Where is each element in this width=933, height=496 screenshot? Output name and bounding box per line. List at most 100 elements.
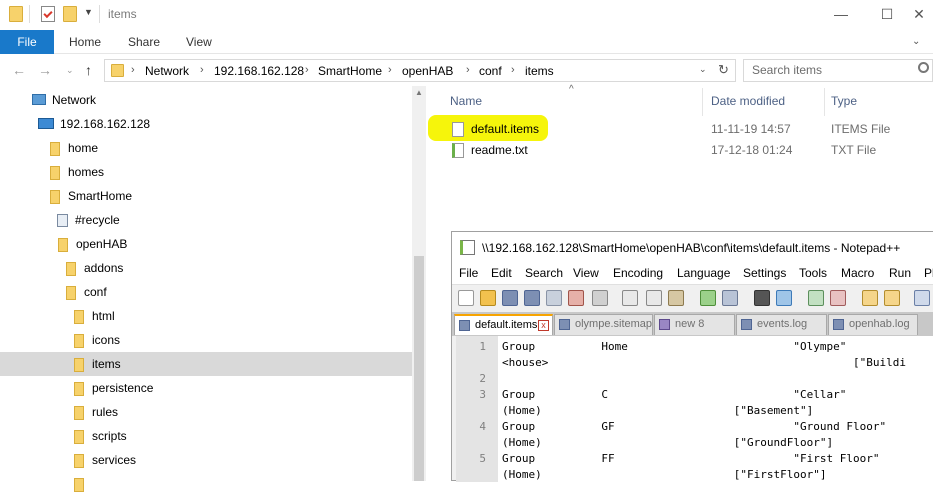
word-wrap-icon[interactable] [914, 290, 930, 306]
menu-run[interactable]: Run [889, 266, 911, 280]
search-input[interactable]: Search items [743, 59, 933, 82]
nav-item-partial[interactable] [0, 472, 412, 496]
paste-icon[interactable] [668, 290, 684, 306]
nav-item-smarthome[interactable]: SmartHome [0, 184, 412, 208]
menu-file[interactable]: File [459, 266, 478, 280]
menu-language[interactable]: Language [677, 266, 730, 280]
customize-quick-access-icon[interactable]: ▼ [84, 7, 93, 17]
sync-vertical-icon[interactable] [862, 290, 878, 306]
saved-file-icon [833, 319, 844, 330]
nav-item-icons[interactable]: icons [0, 328, 412, 352]
tab-share[interactable]: Share [128, 30, 160, 54]
nav-scrollbar-thumb[interactable] [414, 256, 424, 481]
address-bar[interactable]: › Network › 192.168.162.128 › SmartHome … [104, 59, 736, 82]
folder-icon [74, 478, 84, 492]
tab-olympe-sitemaps[interactable]: olympe.sitemaps [554, 314, 653, 335]
nav-item-rules[interactable]: rules [0, 400, 412, 424]
recent-locations-icon[interactable]: ⌄ [66, 65, 74, 76]
menu-view[interactable]: View [573, 266, 599, 280]
tab-home[interactable]: Home [69, 30, 101, 54]
breadcrumb-smarthome[interactable]: SmartHome [318, 64, 382, 78]
maximize-button[interactable]: ☐ [864, 0, 910, 30]
menu-search[interactable]: Search [525, 266, 563, 280]
new-file-icon[interactable] [458, 290, 474, 306]
menu-macro[interactable]: Macro [841, 266, 874, 280]
folder-icon [74, 310, 84, 324]
line-number: 3 [479, 388, 486, 401]
minimize-button[interactable]: — [818, 0, 864, 30]
tab-file[interactable]: File [0, 30, 54, 54]
table-row[interactable]: default.items 11-11-19 14:57 ITEMS File [426, 119, 933, 141]
save-icon[interactable] [502, 290, 518, 306]
tab-openhab-log[interactable]: openhab.log [828, 314, 918, 335]
close-all-icon[interactable] [568, 290, 584, 306]
zoom-out-icon[interactable] [830, 290, 846, 306]
nav-item-scripts[interactable]: scripts [0, 424, 412, 448]
tab-events-log[interactable]: events.log [736, 314, 827, 335]
replace-icon[interactable] [776, 290, 792, 306]
nav-item-host[interactable]: 192.168.162.128 [0, 112, 412, 136]
redo-icon[interactable] [722, 290, 738, 306]
tab-default-items[interactable]: default.items x [454, 314, 553, 335]
folder-icon [74, 454, 84, 468]
nav-item-home[interactable]: home [0, 136, 412, 160]
nav-item-homes[interactable]: homes [0, 160, 412, 184]
code-line: Group FF "First Floor" [502, 452, 880, 465]
nav-item-persistence[interactable]: persistence [0, 376, 412, 400]
close-file-icon[interactable] [546, 290, 562, 306]
column-separator[interactable] [824, 88, 825, 116]
breadcrumb-network[interactable]: Network [145, 64, 189, 78]
back-button[interactable]: ← [12, 62, 26, 78]
menu-plugins[interactable]: Pl [924, 266, 933, 280]
undo-icon[interactable] [700, 290, 716, 306]
find-icon[interactable] [754, 290, 770, 306]
chevron-down-icon[interactable]: ⌄ [699, 64, 707, 75]
close-tab-icon[interactable]: x [538, 320, 549, 331]
nav-item-network[interactable]: Network [0, 88, 412, 112]
code-editor[interactable]: 1 Group Home "Olympe" <house> ["Buildi 2… [456, 336, 933, 482]
menu-tools[interactable]: Tools [799, 266, 827, 280]
ribbon-tabs: File Home Share View ⌄ [0, 30, 933, 54]
zoom-in-icon[interactable] [808, 290, 824, 306]
copy-icon[interactable] [646, 290, 662, 306]
open-file-icon[interactable] [480, 290, 496, 306]
tab-view[interactable]: View [186, 30, 212, 54]
nav-item-conf[interactable]: conf [0, 280, 412, 304]
expand-ribbon-icon[interactable]: ⌄ [912, 36, 920, 47]
new-folder-icon[interactable] [63, 6, 77, 22]
breadcrumb-conf[interactable]: conf [479, 64, 502, 78]
menu-settings[interactable]: Settings [743, 266, 786, 280]
nav-item-addons[interactable]: addons [0, 256, 412, 280]
column-header-name[interactable]: Name [450, 94, 482, 108]
code-line: (Home) ["Basement"] [502, 404, 814, 417]
nav-item-items[interactable]: items [0, 352, 412, 376]
column-header-type[interactable]: Type [831, 94, 857, 108]
close-button[interactable]: ✕ [905, 0, 933, 30]
column-header-date[interactable]: Date modified [711, 94, 785, 108]
nav-item-openhab[interactable]: openHAB [0, 232, 412, 256]
table-row[interactable]: readme.txt 17-12-18 01:24 TXT File [426, 140, 933, 162]
up-button[interactable]: ↑ [85, 62, 92, 78]
cut-icon[interactable] [622, 290, 638, 306]
scroll-up-icon[interactable]: ▲ [415, 88, 423, 97]
breadcrumb-host[interactable]: 192.168.162.128 [214, 64, 304, 78]
nav-item-recycle[interactable]: #recycle [0, 208, 412, 232]
print-icon[interactable] [592, 290, 608, 306]
menu-edit[interactable]: Edit [491, 266, 512, 280]
network-icon [32, 94, 46, 105]
refresh-icon[interactable]: ↻ [718, 62, 729, 78]
sync-horizontal-icon[interactable] [884, 290, 900, 306]
menu-encoding[interactable]: Encoding [613, 266, 663, 280]
nav-item-html[interactable]: html [0, 304, 412, 328]
forward-button[interactable]: → [38, 62, 52, 78]
nav-item-services[interactable]: services [0, 448, 412, 472]
properties-icon[interactable] [41, 6, 55, 22]
breadcrumb-items[interactable]: items [525, 64, 554, 78]
notepad-menu-bar: File Edit Search View Encoding Language … [452, 262, 933, 284]
column-separator[interactable] [702, 88, 703, 116]
computer-icon [38, 118, 54, 129]
file-date: 11-11-19 14:57 [711, 122, 791, 136]
breadcrumb-openhab[interactable]: openHAB [402, 64, 453, 78]
save-all-icon[interactable] [524, 290, 540, 306]
tab-new-8[interactable]: new 8 [654, 314, 735, 335]
